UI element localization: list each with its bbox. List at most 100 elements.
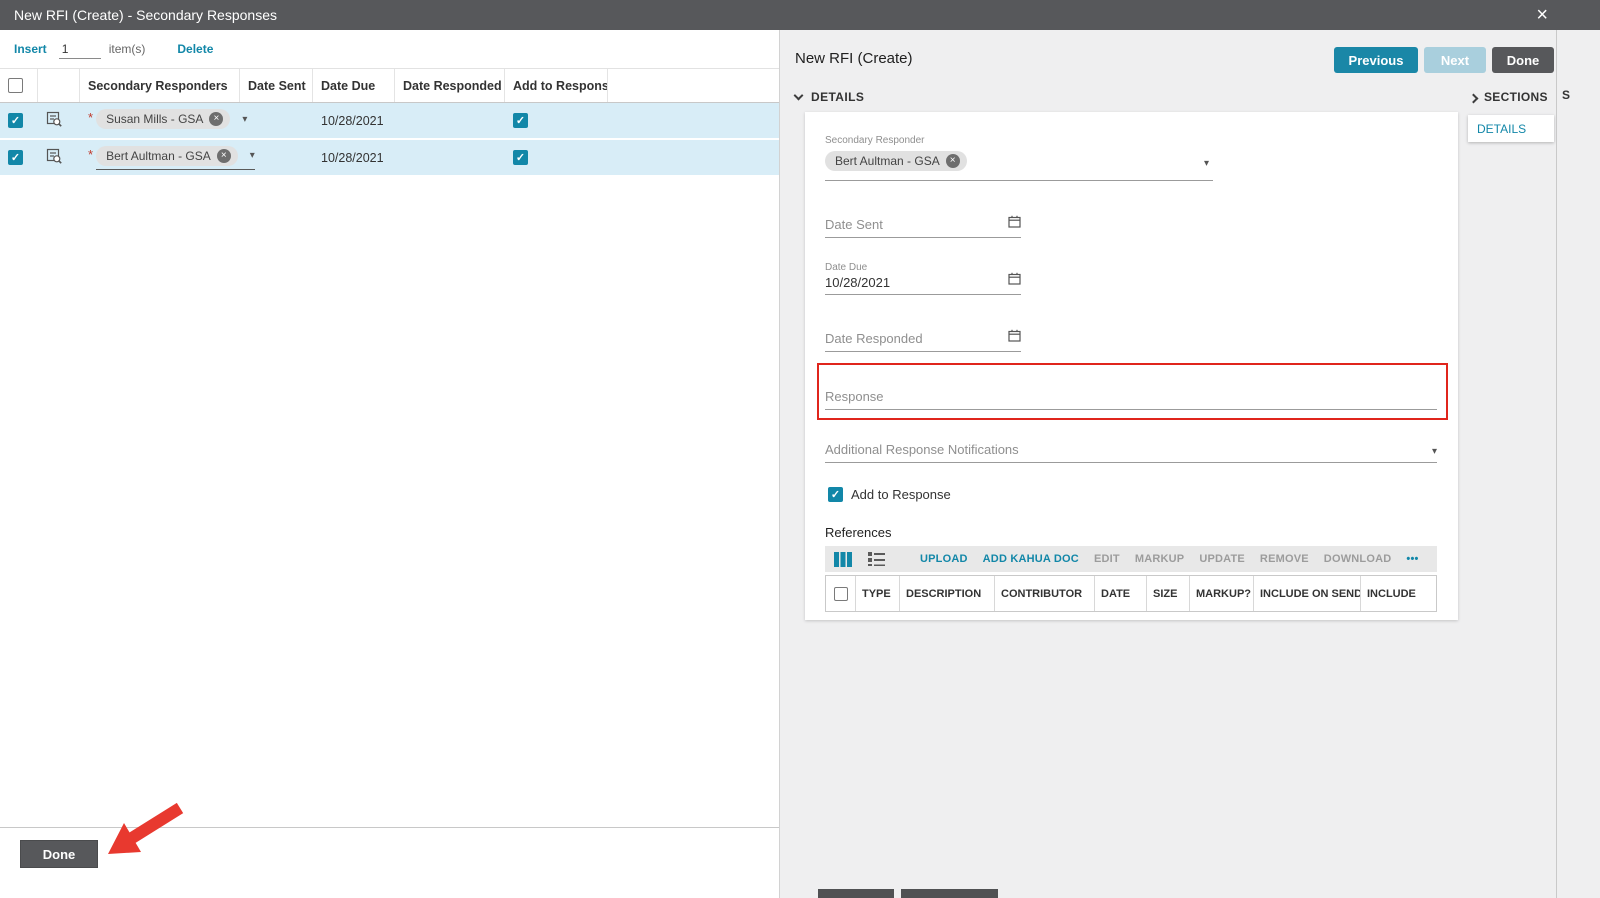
grid-view-icon[interactable] bbox=[834, 551, 852, 567]
responder-cell: * Susan Mills - GSA × ▾ bbox=[80, 103, 247, 138]
row-checkbox[interactable]: ✓ bbox=[8, 150, 23, 165]
references-label: References bbox=[825, 525, 892, 540]
modal-titlebar: New RFI (Create) - Secondary Responses × bbox=[0, 0, 1600, 30]
responder-row-2[interactable]: ✓ * Bert Aultman - GSA × ▾ 10/28/2021 ✓ bbox=[0, 140, 779, 177]
row-select-cell: ✓ bbox=[0, 103, 38, 138]
add-to-response-cell: ✓ bbox=[505, 140, 608, 175]
update-button: UPDATE bbox=[1199, 553, 1245, 565]
responder-chip[interactable]: Susan Mills - GSA × bbox=[96, 109, 231, 129]
refs-col-type: TYPE bbox=[856, 576, 900, 611]
responder-row-1[interactable]: ✓ * Susan Mills - GSA × ▾ 10/28/2021 ✓ bbox=[0, 103, 779, 140]
insert-count-input[interactable] bbox=[58, 39, 101, 59]
responder-chip-label: Bert Aultman - GSA bbox=[106, 148, 211, 163]
col-secondary-responders: Secondary Responders bbox=[80, 69, 240, 102]
upload-button[interactable]: UPLOAD bbox=[920, 553, 968, 565]
refs-col-date: DATE bbox=[1095, 576, 1147, 611]
open-detail-icon[interactable] bbox=[46, 111, 62, 130]
refs-select-all-checkbox[interactable] bbox=[833, 586, 848, 601]
details-section-toggle[interactable]: DETAILS bbox=[793, 90, 864, 104]
add-to-response-checkbox[interactable]: ✓ bbox=[513, 113, 528, 128]
open-detail-icon[interactable] bbox=[46, 148, 62, 167]
select-all-checkbox[interactable] bbox=[8, 78, 23, 93]
required-marker: * bbox=[88, 147, 94, 162]
secondary-responder-label: Secondary Responder bbox=[825, 135, 925, 146]
previous-button[interactable]: Previous bbox=[1334, 47, 1418, 73]
markup-button: MARKUP bbox=[1134, 553, 1185, 565]
calendar-icon[interactable] bbox=[1008, 215, 1021, 237]
date-responded-cell[interactable] bbox=[395, 140, 505, 175]
col-date-responded: Date Responded bbox=[395, 69, 505, 102]
rfi-detail-panel: New RFI (Create) Previous Next Done DETA… bbox=[781, 30, 1556, 898]
row-checkbox[interactable]: ✓ bbox=[8, 113, 23, 128]
add-to-response-row: ✓ Add to Response bbox=[828, 487, 951, 502]
date-responded-field[interactable]: Date Responded bbox=[825, 324, 1021, 352]
sections-item-details[interactable]: DETAILS bbox=[1477, 122, 1526, 136]
col-date-due: Date Due bbox=[313, 69, 395, 102]
chevron-down-icon bbox=[793, 90, 804, 100]
refs-col-description: DESCRIPTION bbox=[900, 576, 995, 611]
refs-select-all-cell bbox=[826, 576, 856, 611]
add-kahua-doc-button[interactable]: ADD KAHUA DOC bbox=[983, 553, 1079, 565]
chevron-right-icon bbox=[1468, 93, 1479, 103]
date-due-value: 10/28/2021 bbox=[825, 275, 891, 290]
date-due-field[interactable]: 10/28/2021 bbox=[825, 272, 1021, 295]
col-add-to-response: Add to Response bbox=[505, 69, 608, 102]
select-all-cell bbox=[0, 69, 38, 102]
date-responded-cell[interactable] bbox=[395, 103, 505, 138]
row-detail-cell bbox=[38, 103, 80, 138]
remove-button: REMOVE bbox=[1259, 553, 1309, 565]
required-marker: * bbox=[88, 110, 94, 125]
remove-responder-icon[interactable]: × bbox=[209, 112, 224, 126]
date-sent-field[interactable]: Date Sent bbox=[825, 210, 1021, 238]
row-detail-cell bbox=[38, 140, 80, 175]
panel-title: New RFI (Create) bbox=[795, 50, 913, 67]
refs-col-markup: MARKUP? bbox=[1190, 576, 1254, 611]
responder-chip[interactable]: Bert Aultman - GSA × bbox=[825, 151, 967, 171]
close-icon[interactable]: × bbox=[1536, 1, 1548, 29]
additional-notifications-placeholder: Additional Response Notifications bbox=[825, 442, 1019, 457]
date-due-cell[interactable]: 10/28/2021 bbox=[313, 140, 395, 175]
calendar-icon[interactable] bbox=[1008, 272, 1021, 294]
responder-chip[interactable]: Bert Aultman - GSA × bbox=[96, 145, 238, 166]
responder-chip-label: Susan Mills - GSA bbox=[106, 112, 204, 126]
add-to-response-checkbox[interactable]: ✓ bbox=[828, 487, 843, 502]
sections-flyout: DETAILS bbox=[1468, 115, 1554, 142]
date-due-cell[interactable]: 10/28/2021 bbox=[313, 103, 395, 138]
add-to-response-checkbox[interactable]: ✓ bbox=[513, 150, 528, 165]
refs-col-include-cutoff: INCLUDE bbox=[1367, 587, 1416, 600]
responder-dropdown-icon[interactable]: ▾ bbox=[1204, 158, 1209, 169]
add-to-response-label: Add to Response bbox=[851, 487, 951, 502]
col-filler bbox=[608, 69, 779, 102]
row-select-cell: ✓ bbox=[0, 140, 38, 175]
refs-col-size: SIZE bbox=[1147, 576, 1190, 611]
date-sent-cell[interactable] bbox=[240, 140, 313, 175]
grid-toolbar: Insert item(s) Delete bbox=[0, 30, 779, 68]
secondary-responses-panel: Insert item(s) Delete Secondary Responde… bbox=[0, 30, 780, 898]
delete-link[interactable]: Delete bbox=[177, 42, 213, 56]
additional-notifications-field[interactable]: Additional Response Notifications ▾ bbox=[825, 435, 1437, 463]
more-actions-icon[interactable]: ••• bbox=[1406, 553, 1418, 565]
remove-responder-icon[interactable]: × bbox=[216, 148, 231, 163]
dropdown-icon[interactable]: ▾ bbox=[1432, 446, 1437, 462]
sections-toggle[interactable]: SECTIONS bbox=[1468, 90, 1548, 104]
col-date-sent: Date Sent bbox=[240, 69, 313, 102]
modal-title: New RFI (Create) - Secondary Responses bbox=[14, 7, 277, 23]
response-placeholder: Response bbox=[825, 389, 884, 404]
list-view-icon[interactable] bbox=[868, 552, 886, 566]
partial-cutoff-button[interactable] bbox=[901, 889, 998, 898]
add-to-response-cell: ✓ bbox=[505, 103, 608, 138]
detail-column-header bbox=[38, 69, 80, 102]
insert-link[interactable]: Insert bbox=[14, 42, 47, 56]
partial-cutoff-button[interactable] bbox=[818, 889, 894, 898]
refs-col-contributor: CONTRIBUTOR bbox=[995, 576, 1095, 611]
response-field[interactable]: Response bbox=[825, 382, 1437, 410]
done-button-right[interactable]: Done bbox=[1492, 47, 1554, 73]
next-button[interactable]: Next bbox=[1424, 47, 1486, 73]
date-due-label: Date Due bbox=[825, 262, 868, 273]
date-sent-cell[interactable] bbox=[240, 103, 313, 138]
done-button[interactable]: Done bbox=[20, 840, 98, 868]
secondary-responder-field[interactable]: Bert Aultman - GSA × ▾ bbox=[825, 150, 1213, 181]
remove-responder-icon[interactable]: × bbox=[945, 154, 960, 168]
calendar-icon[interactable] bbox=[1008, 329, 1021, 351]
edit-button: EDIT bbox=[1093, 553, 1120, 565]
